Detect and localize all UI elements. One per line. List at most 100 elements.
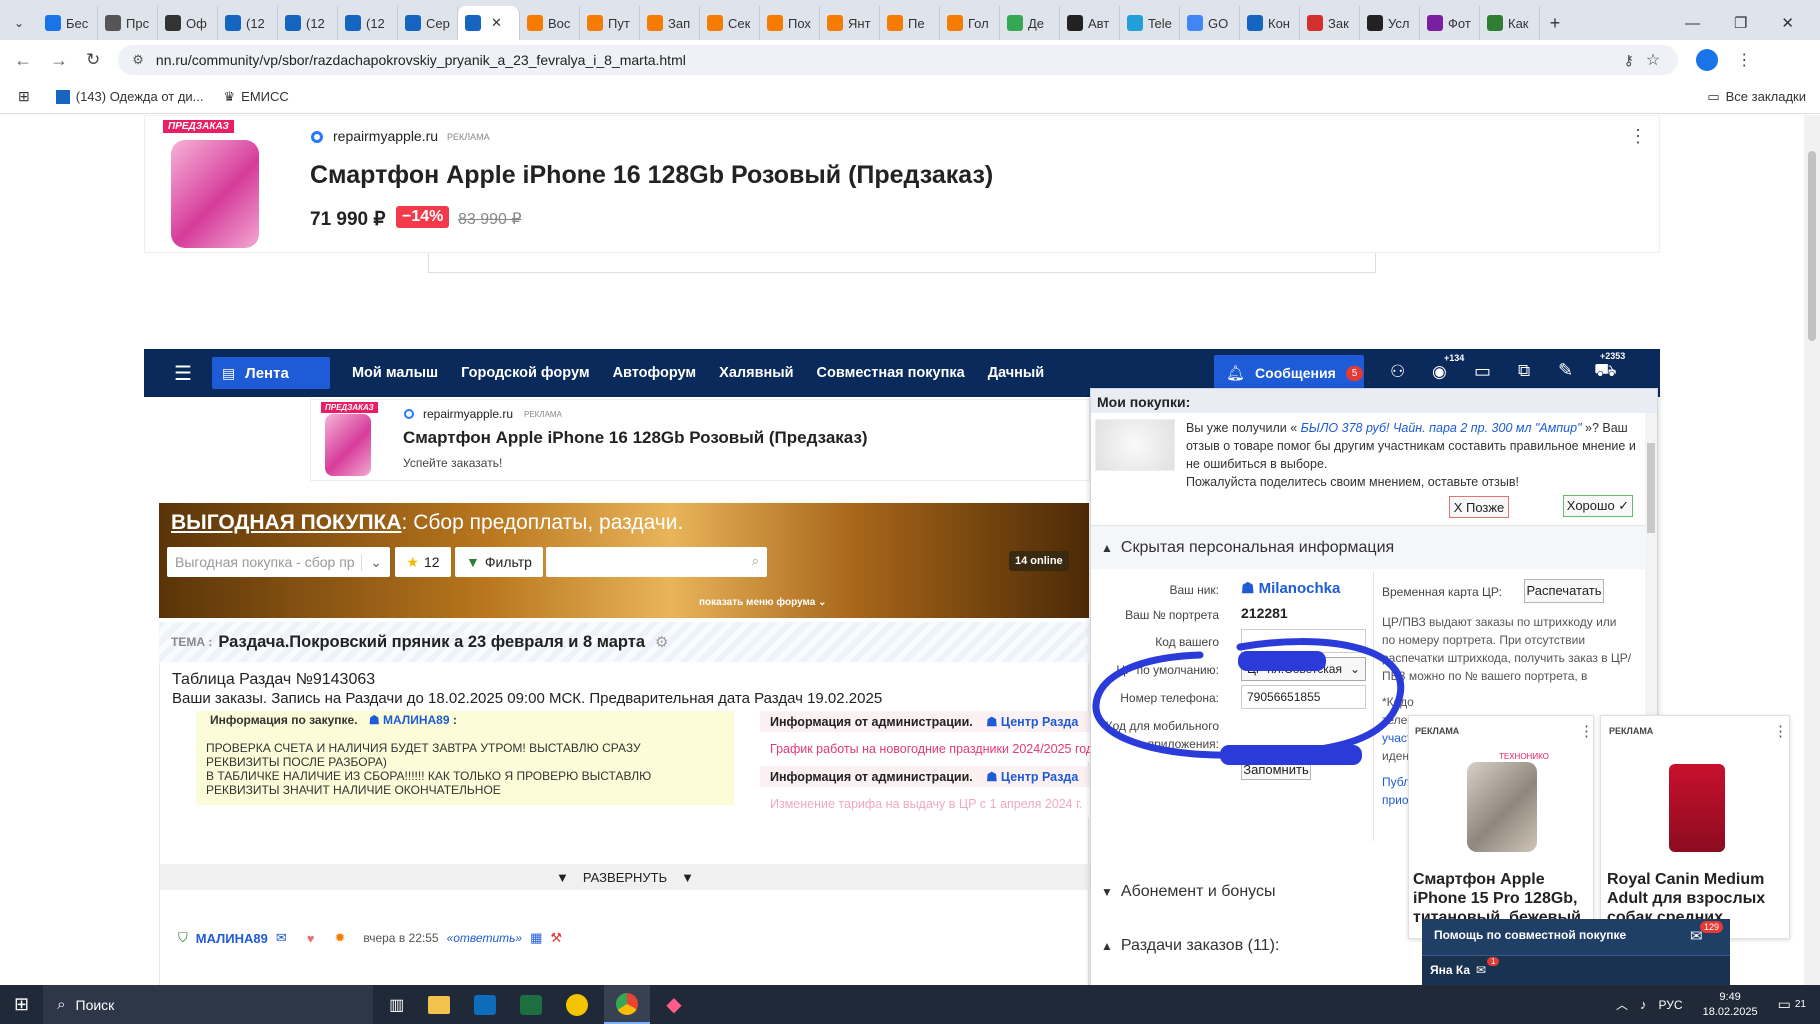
browser-tab[interactable]: Гол [940,6,1000,40]
page-scrollbar[interactable] [1804,115,1820,985]
hamburger-menu-icon[interactable]: ☰ [174,361,192,386]
forward-icon[interactable]: → [50,50,68,71]
app-drop-icon[interactable]: ◆ [666,992,681,1017]
browser-tab[interactable]: (12 [218,6,278,40]
nav-link-autoforum[interactable]: Автофорум [613,365,697,381]
advertiser-domain[interactable]: repairmyapple.ru [423,407,513,421]
browser-tab[interactable]: Пох [760,6,820,40]
restore-icon[interactable]: ❐ [1734,14,1747,32]
product-link[interactable]: БЫЛО 378 руб! Чайн. пара 2 пр. 300 мл "А… [1301,421,1582,435]
browser-tab[interactable]: Бес [38,6,98,40]
minimize-icon[interactable]: — [1685,15,1700,32]
ad-card[interactable]: РЕКЛАМА ⋮ ТЕХНОНИКО Смартфон Apple iPhone… [1408,715,1594,939]
url-text[interactable]: nn.ru/community/vp/sbor/razdachapokrovsk… [156,52,686,68]
speaker-icon[interactable]: ♪ [1640,997,1647,1012]
print-button[interactable]: Распечатать [1524,579,1604,603]
file-explorer-icon[interactable] [428,995,451,1014]
key-icon[interactable]: ⚷ [1624,52,1634,69]
orders-section[interactable]: ▲ Раздачи заказов (11): [1101,937,1279,955]
browser-tab[interactable]: Пе [880,6,940,40]
reload-icon[interactable]: ↻ [86,50,100,70]
subscription-section[interactable]: ▼ Абонемент и бонусы [1101,883,1275,901]
top-ad-banner[interactable]: ПРЕДЗАКАЗ repairmyapple.ru РЕКЛАМА Смарт… [144,115,1660,253]
admin-news-link[interactable]: График работы на новогодние праздники 20… [760,732,1093,762]
filter-button[interactable]: ▼ Фильтр [455,547,543,577]
mail-icon[interactable]: ✉ [276,930,287,946]
task-view-icon[interactable]: ▥ [389,995,404,1015]
browser-tab[interactable]: Оф [158,6,218,40]
user-nick[interactable]: ☗ Milanochka [1241,579,1340,597]
browser-tab[interactable]: Де [1000,6,1060,40]
browser-tab[interactable]: Как [1480,6,1540,40]
bookmark-item[interactable]: ЕМИСС [241,89,289,104]
author-link[interactable]: ☗ МАЛИНА89 [369,713,450,727]
browser-tab[interactable]: GO [1180,6,1240,40]
site-info-icon[interactable]: ⚙ [132,52,144,68]
favorites-button[interactable]: ★ 12 [395,547,451,577]
nav-link-dacha[interactable]: Дачный [988,365,1045,381]
all-bookmarks[interactable]: Все закладки [1726,89,1806,104]
admin-news-link[interactable]: Изменение тарифа на выдачу в ЦР с 1 апре… [760,787,1090,817]
forum-select[interactable]: Выгодная покупка - сбор пр ⌄ [167,547,390,577]
browser-tab[interactable]: Авт [1060,6,1120,40]
bookmark-item[interactable]: (143) Одежда от ди... [76,89,204,104]
notifications-icon[interactable]: ▭ [1778,996,1791,1013]
excel-icon[interactable] [520,994,543,1015]
taskbar-search[interactable]: ⌕ Поиск [43,985,374,1024]
browser-tab[interactable]: Кон [1240,6,1300,40]
chat-icon[interactable]: ▭ [1474,361,1491,382]
expand-bar[interactable]: ▼ РАЗВЕРНУТЬ ▼ [160,864,1090,890]
clock[interactable]: 9:49 18.02.2025 [1703,990,1758,1020]
nav-link-city-forum[interactable]: Городской форум [461,365,589,381]
close-window-icon[interactable]: ✕ [1781,14,1794,32]
apps-grid-icon[interactable]: ⊞ [18,88,30,105]
browser-tab[interactable]: Сек [700,6,760,40]
messages-button[interactable]: 🔔︎ Сообщения 5 [1214,355,1364,391]
address-bar[interactable]: ⚙ nn.ru/community/vp/sbor/razdachapokrov… [118,45,1679,75]
cart-icon[interactable]: ⛟ [1594,360,1617,384]
close-tab-icon[interactable]: ✕ [491,15,502,31]
browser-tab[interactable]: Усл [1360,6,1420,40]
chrome-taskbar-button[interactable] [604,985,651,1024]
bookmark-star-icon[interactable]: ☆ [1646,50,1660,70]
browser-tab[interactable]: (12 [278,6,338,40]
help-widget[interactable]: Помощь по совместной покупке ✉ 129 Яна К… [1422,919,1730,985]
browser-tab[interactable]: Вос [520,6,580,40]
browser-tab[interactable]: Tele [1120,6,1180,40]
friends-icon[interactable]: ⚇ [1390,362,1405,382]
forum-menu-toggle[interactable]: показать меню форума ⌄ [699,597,827,608]
feed-button[interactable]: ▤ Лента [211,357,330,389]
ok-button[interactable]: Хорошо ✓ [1563,495,1633,517]
ad-title[interactable]: Смартфон Apple iPhone 16 128Gb Розовый (… [403,428,868,448]
browser-tab[interactable]: Прс [98,6,158,40]
new-tab-button[interactable]: + [1540,6,1570,40]
browser-tab[interactable]: (12 [338,6,398,40]
ad-menu-icon[interactable]: ⋮ [1773,722,1788,740]
later-button[interactable]: Х Позже [1449,496,1509,518]
windows-start-icon[interactable]: ⊞ [14,994,29,1015]
ad-title[interactable]: Смартфон Apple iPhone 16 128Gb Розовый (… [310,161,993,190]
1c-icon[interactable] [566,993,589,1016]
ad-card[interactable]: РЕКЛАМА ⋮ Royal Canin Medium Adult для вз… [1600,715,1790,939]
reply-link[interactable]: «ответить» [447,931,523,945]
advertiser-domain[interactable]: repairmyapple.ru [333,128,438,144]
tray-chevron-icon[interactable]: ︿ [1616,996,1628,1013]
browser-tab[interactable]: Зап [640,6,700,40]
ad-menu-icon[interactable]: ⋮ [1629,126,1647,147]
views-eye-icon[interactable]: ◉ [1432,362,1447,382]
nav-link-freebie[interactable]: Халявный [719,365,793,381]
hidden-info-header[interactable]: ▲ Скрытая персональная информация [1091,525,1645,569]
browser-tab[interactable]: Янт [820,6,880,40]
nav-link-baby[interactable]: Мой малыш [352,365,438,381]
menu-dots-icon[interactable]: ⋮ [1736,50,1752,70]
browser-tab[interactable]: Зак [1300,6,1360,40]
outlook-icon[interactable] [474,994,497,1015]
language-indicator[interactable]: РУС [1659,998,1683,1012]
edit-icon[interactable]: ✎ [1558,360,1573,381]
browser-tab[interactable]: Пут [580,6,640,40]
browser-tab[interactable]: ✕ [458,6,520,40]
ad-menu-icon[interactable]: ⋮ [1579,722,1594,740]
topic-settings-gear-icon[interactable]: ⚙ [655,633,668,651]
post-author[interactable]: МАЛИНА89 [196,931,268,946]
forum-search-input[interactable]: ⌕ [546,547,767,577]
